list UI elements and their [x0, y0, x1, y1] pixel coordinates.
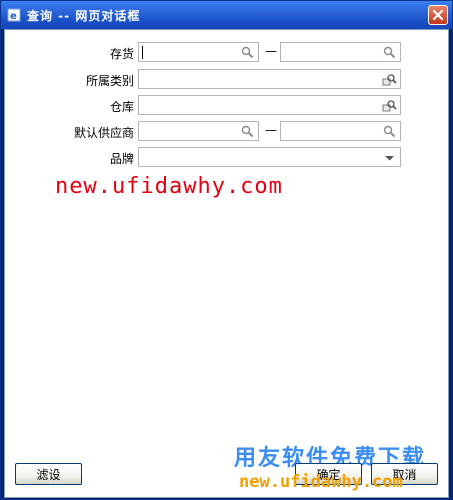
- range-separator: —: [265, 44, 277, 58]
- chevron-down-icon[interactable]: [382, 150, 397, 165]
- window-title: 查询 -- 网页对话框: [27, 8, 141, 23]
- search-icon[interactable]: [382, 124, 397, 139]
- supplier-label: 默认供应商: [73, 126, 134, 140]
- row-warehouse: 仓库: [5, 95, 448, 117]
- brand-label: 品牌: [109, 152, 134, 166]
- warehouse-input[interactable]: [138, 95, 401, 115]
- svg-text:e: e: [10, 11, 17, 22]
- category-label: 所属类别: [85, 74, 134, 88]
- inventory-label: 存货: [109, 47, 134, 61]
- inventory-to-input[interactable]: [280, 42, 401, 62]
- search-icon[interactable]: [240, 124, 255, 139]
- row-category: 所属类别: [5, 69, 448, 91]
- category-input[interactable]: [138, 69, 401, 89]
- brand-select[interactable]: [138, 147, 401, 167]
- dialog-body: 存货 — 所属类别 仓库 默认供应商 — 品牌 new.ufidawhy.com…: [4, 29, 449, 498]
- row-inventory: 存货 —: [5, 42, 448, 64]
- warehouse-label: 仓库: [109, 100, 134, 114]
- inventory-from-input[interactable]: [138, 42, 259, 62]
- close-icon: [432, 9, 444, 21]
- dialog-window: e 查询 -- 网页对话框 存货 — 所属类别 仓库 默认供应商 — 品牌 ne…: [0, 0, 453, 500]
- filter-settings-button[interactable]: 滤设: [15, 463, 82, 485]
- ie-page-icon: e: [7, 8, 21, 22]
- search-icon[interactable]: [240, 45, 255, 60]
- supplier-from-input[interactable]: [138, 121, 259, 141]
- search-icon[interactable]: [382, 45, 397, 60]
- watermark-url-red: new.ufidawhy.com: [55, 174, 283, 199]
- title-bar[interactable]: e 查询 -- 网页对话框: [1, 1, 452, 29]
- row-brand: 品牌: [5, 147, 448, 169]
- range-separator: —: [265, 123, 277, 137]
- reference-icon[interactable]: [382, 98, 397, 113]
- watermark-url-footer: new.ufidawhy.com: [239, 472, 403, 492]
- text-caret: [142, 46, 143, 59]
- reference-icon[interactable]: [382, 72, 397, 87]
- close-button[interactable]: [428, 5, 448, 25]
- supplier-to-input[interactable]: [280, 121, 401, 141]
- row-supplier: 默认供应商 —: [5, 121, 448, 143]
